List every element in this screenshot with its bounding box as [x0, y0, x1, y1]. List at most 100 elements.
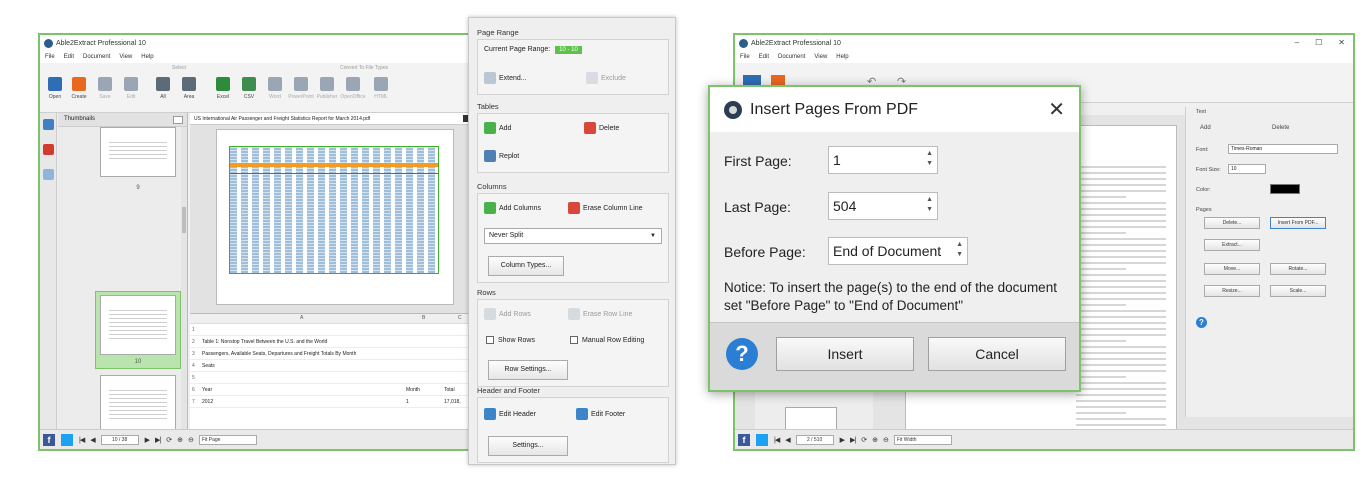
twitter-icon[interactable] — [61, 433, 73, 446]
edit-header-button[interactable]: Edit Header — [484, 408, 536, 420]
menu-item-file[interactable]: File — [740, 54, 750, 60]
extend-button[interactable]: Extend... — [484, 72, 527, 84]
help-icon[interactable]: ? — [726, 338, 758, 370]
row-settings-button[interactable]: Row Settings... — [488, 360, 568, 380]
zoom-out-icon[interactable]: ⊖ — [188, 436, 194, 444]
publisher-tool-button[interactable]: Publisher — [314, 77, 340, 100]
page-range-group: Page Range Current Page Range: 10 - 10 E… — [477, 28, 669, 95]
column-split-select[interactable]: Never Split ▼ — [484, 228, 662, 244]
last-page-input[interactable]: 504 ▲ ▼ — [828, 192, 938, 220]
table-selection-area[interactable] — [229, 146, 439, 274]
spinner-arrows-icon[interactable]: ▲ ▼ — [956, 240, 963, 260]
insert-button[interactable]: Insert — [776, 337, 914, 371]
menu-item-edit[interactable]: Edit — [64, 54, 74, 60]
thumbnail-page-selected[interactable] — [100, 295, 176, 355]
menu-item-edit[interactable]: Edit — [759, 54, 769, 60]
menu-item-help[interactable]: Help — [141, 54, 153, 60]
before-page-input[interactable]: End of Document ▲ ▼ — [828, 237, 968, 265]
facebook-icon[interactable]: f — [738, 433, 750, 446]
page-number-field[interactable]: 10 / 38 — [100, 434, 139, 445]
font-select[interactable]: Times-Roman — [1228, 144, 1338, 154]
close-window-icon[interactable]: ✕ — [1338, 38, 1345, 47]
font-size-select[interactable]: 10 — [1228, 164, 1266, 174]
maximize-icon[interactable]: ☐ — [1315, 38, 1322, 47]
first-page-icon[interactable]: |◀ — [79, 436, 85, 444]
openoffice-tool-button[interactable]: OpenOffice — [340, 77, 366, 100]
next-page-icon[interactable]: ▶ — [840, 436, 845, 444]
menu-item-document[interactable]: Document — [83, 54, 110, 60]
resize-pages-button[interactable]: Resize... — [1204, 285, 1260, 297]
zoom-select[interactable]: Fit Page — [198, 434, 257, 445]
first-page-input[interactable]: 1 ▲ ▼ — [828, 146, 938, 174]
show-rows-checkbox[interactable]: Show Rows — [486, 336, 535, 344]
add-table-button[interactable]: Add — [484, 122, 511, 134]
rotate-pages-button[interactable]: Rotate... — [1270, 263, 1326, 275]
rotate-icon[interactable]: ⟳ — [166, 436, 172, 444]
prev-page-icon[interactable]: ◀ — [90, 436, 95, 444]
cancel-button[interactable]: Cancel — [928, 337, 1066, 371]
save-tool-button[interactable]: Save — [92, 77, 118, 100]
insert-from-pdf-button[interactable]: Insert From PDF... — [1270, 217, 1326, 229]
csv-tool-button[interactable]: CSV — [236, 77, 262, 100]
word-tool-button[interactable]: Word — [262, 77, 288, 100]
excel-tool-button[interactable]: Excel — [210, 77, 236, 100]
zoom-out-icon[interactable]: ⊖ — [883, 436, 889, 444]
move-pages-button[interactable]: Move... — [1204, 263, 1260, 275]
erase-row-line-button[interactable]: Erase Row Line — [568, 308, 632, 320]
spinner-arrows-icon[interactable]: ▲ ▼ — [926, 149, 933, 169]
add-text-button[interactable]: Add — [1200, 125, 1211, 131]
create-tool-button[interactable]: Create — [66, 77, 92, 100]
rotate-icon[interactable]: ⟳ — [861, 436, 867, 444]
replot-button[interactable]: Replot — [484, 150, 519, 162]
prev-page-icon[interactable]: ◀ — [785, 436, 790, 444]
menu-item-help[interactable]: Help — [836, 54, 848, 60]
delete-text-button[interactable]: Delete — [1272, 125, 1289, 131]
color-swatch[interactable] — [1270, 184, 1300, 194]
exclude-button[interactable]: Exclude — [586, 72, 626, 84]
thumbnails-view-icon[interactable] — [42, 119, 54, 130]
document-tab[interactable]: US International Air Passenger and Freig… — [190, 113, 468, 125]
add-columns-button[interactable]: Add Columns — [484, 202, 541, 214]
delete-pages-button[interactable]: Delete... — [1204, 217, 1260, 229]
thumbnail-page[interactable] — [100, 127, 176, 177]
all-tool-button[interactable]: All — [150, 77, 176, 100]
zoom-in-icon[interactable]: ⊕ — [872, 436, 878, 444]
menu-item-document[interactable]: Document — [778, 54, 805, 60]
zoom-in-icon[interactable]: ⊕ — [177, 436, 183, 444]
extract-pages-button[interactable]: Extract... — [1204, 239, 1260, 251]
thumbnails-scrollbar[interactable] — [181, 127, 187, 433]
minimize-icon[interactable]: – — [1295, 38, 1299, 47]
zoom-select[interactable]: Fit Width — [893, 434, 952, 445]
last-page-icon[interactable]: ▶| — [155, 436, 161, 444]
menu-item-view[interactable]: View — [814, 54, 827, 60]
scale-pages-button[interactable]: Scale... — [1270, 285, 1326, 297]
area-tool-button[interactable]: Area — [176, 77, 202, 100]
manual-row-editing-checkbox[interactable]: Manual Row Editing — [570, 336, 644, 344]
menu-item-file[interactable]: File — [45, 54, 55, 60]
first-page-icon[interactable]: |◀ — [774, 436, 780, 444]
edit-tool-button[interactable]: Edit — [118, 77, 144, 100]
open-tool-button[interactable]: Open — [42, 77, 68, 100]
html-tool-button[interactable]: HTML — [368, 77, 394, 100]
twitter-icon[interactable] — [756, 433, 768, 446]
page-number-field[interactable]: 2 / 510 — [795, 434, 834, 445]
edit-footer-button[interactable]: Edit Footer — [576, 408, 625, 420]
collapse-pane-icon[interactable] — [173, 116, 183, 124]
spinner-arrows-icon[interactable]: ▲ ▼ — [926, 195, 933, 215]
powerpoint-tool-button[interactable]: PowerPoint — [288, 77, 314, 100]
bookmark-icon[interactable] — [42, 144, 54, 155]
thumbnail-page[interactable] — [100, 375, 176, 433]
header-footer-settings-button[interactable]: Settings... — [488, 436, 568, 456]
close-icon[interactable]: ✕ — [1048, 97, 1065, 122]
panel-help-icon[interactable]: ? — [1196, 317, 1207, 328]
erase-column-line-button[interactable]: Erase Column Line — [568, 202, 643, 214]
last-page-icon[interactable]: ▶| — [850, 436, 856, 444]
delete-table-button[interactable]: Delete — [584, 122, 619, 134]
menu-item-view[interactable]: View — [119, 54, 132, 60]
add-rows-button[interactable]: Add Rows — [484, 308, 531, 320]
document-icon[interactable] — [42, 169, 54, 180]
sheet-row: 5 — [190, 372, 468, 384]
facebook-icon[interactable]: f — [43, 433, 55, 446]
next-page-icon[interactable]: ▶ — [145, 436, 150, 444]
column-types-button[interactable]: Column Types... — [488, 256, 564, 276]
